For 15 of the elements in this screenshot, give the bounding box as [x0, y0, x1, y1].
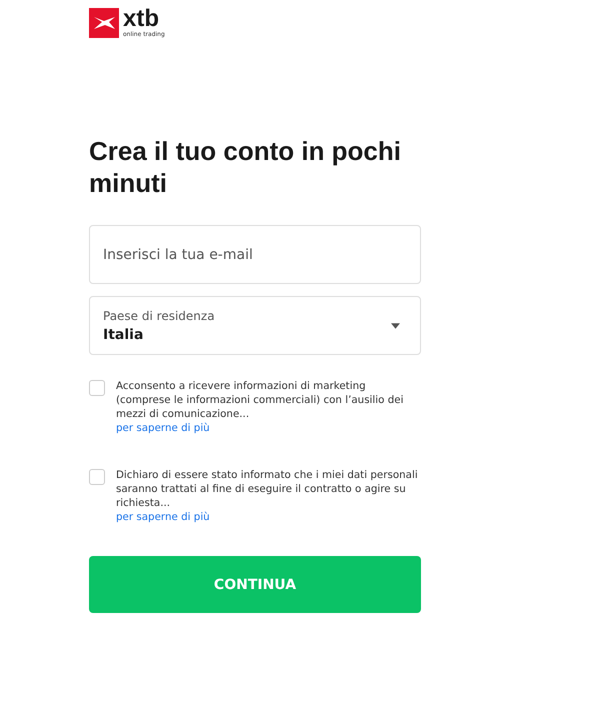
- consent-text: Dichiaro di essere stato informato che i miei dati personali saranno trattati al fine di eseguire il contratto o agire su richiesta...: [116, 468, 419, 510]
- learn-more-link[interactable]: per saperne di più: [116, 421, 210, 435]
- consent-text: Acconsento a ricevere informazioni di marketing (comprese le informazioni commerciali) con l’ausilio dei mezzi di comunicazione...: [116, 379, 404, 421]
- page-title: Crea il tuo conto in pochi minuti: [89, 135, 402, 199]
- logo-wordmark: xtb: [123, 7, 159, 31]
- dropdown-caret-icon: [391, 322, 400, 328]
- continue-button[interactable]: CONTINUA: [89, 556, 421, 613]
- field-label: Paese di residenza: [103, 308, 215, 322]
- field-value: Italia: [103, 326, 144, 342]
- checkbox[interactable]: [89, 469, 105, 485]
- country-select[interactable]: Paese di residenza Italia: [89, 296, 421, 355]
- logo-mark-icon: [89, 8, 119, 38]
- checkbox[interactable]: [89, 380, 105, 396]
- learn-more-link[interactable]: per saperne di più: [116, 510, 210, 524]
- email-field[interactable]: Inserisci la tua e-mail: [89, 225, 421, 284]
